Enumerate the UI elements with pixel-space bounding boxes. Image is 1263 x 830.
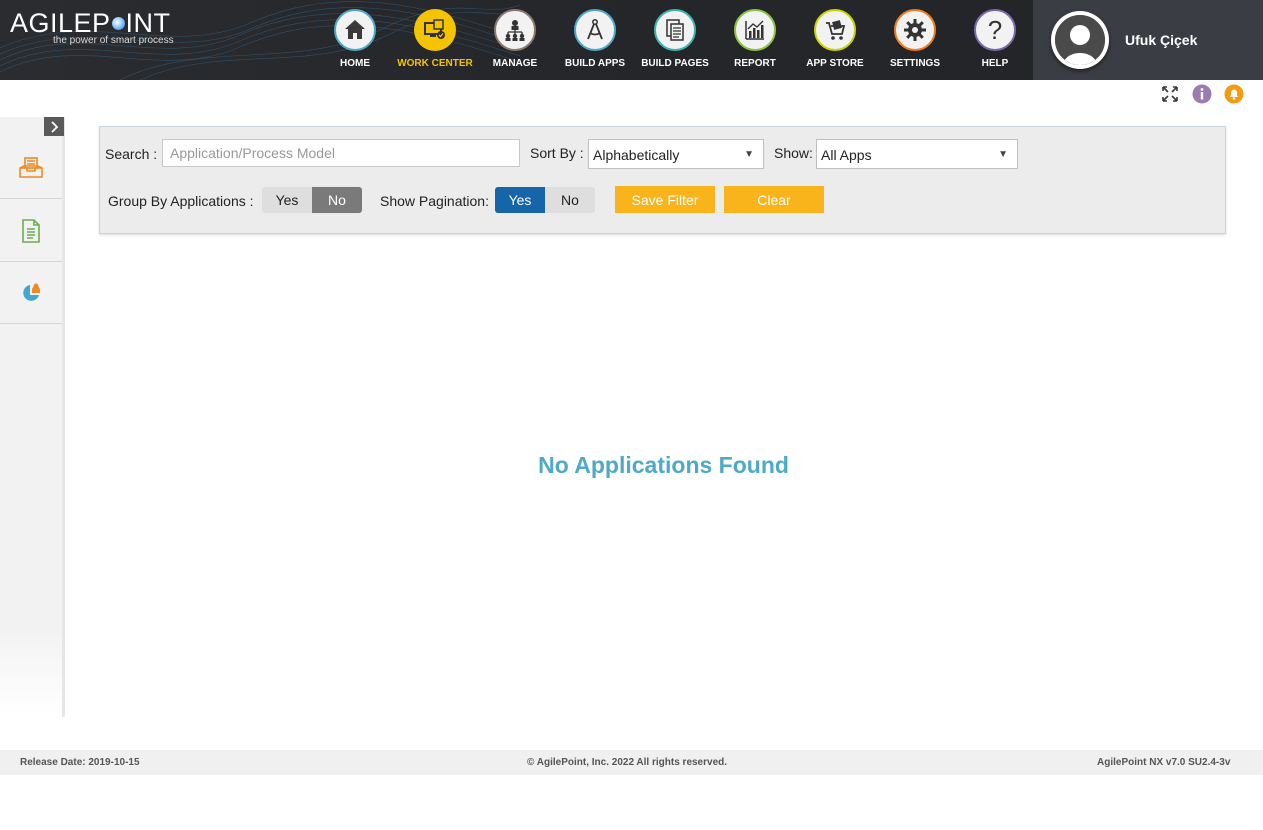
work-center-icon [414,9,456,51]
sidebar-item-reports[interactable] [0,262,62,324]
agilepoint-logo[interactable]: AGILEP INT the power of smart process [10,8,174,46]
user-panel[interactable]: Ufuk Çiçek [1033,0,1263,80]
sort-by-select[interactable]: Alphabetically ▼ [588,139,764,169]
logo-text: AGILEP INT [10,8,171,38]
nav-help[interactable]: ? HELP [955,0,1035,80]
nav-app-store[interactable]: APP STORE [795,0,875,80]
nav-build-pages-label: BUILD PAGES [641,58,709,69]
nav-settings[interactable]: SETTINGS [875,0,955,80]
empty-state-message: No Applications Found [538,452,789,478]
version-info: AgilePoint NX v7.0 SU2.4-3v [1097,757,1231,768]
document-icon [22,218,40,243]
home-icon [334,9,376,51]
pagination-label: Show Pagination: [380,193,489,209]
nav-manage-label: MANAGE [492,58,538,69]
fullscreen-icon[interactable] [1160,84,1180,104]
nav-app-store-label: APP STORE [806,58,864,69]
manage-icon [494,9,536,51]
nav-work-center[interactable]: WORK CENTER [395,0,475,80]
search-input[interactable] [162,139,520,167]
release-date: Release Date: 2019-10-15 [20,757,140,768]
group-by-toggle: Yes No [262,187,362,213]
help-icon: ? [974,9,1016,51]
nav-home-label: HOME [340,58,370,69]
sort-by-value: Alphabetically [593,147,680,163]
info-icon[interactable] [1192,84,1212,104]
user-silhouette-icon [1055,15,1105,65]
pagination-no-option[interactable]: No [545,187,595,213]
show-value: All Apps [821,147,872,163]
filter-panel: Search : Sort By : Alphabetically ▼ Show… [99,126,1226,234]
save-filter-button[interactable]: Save Filter [615,186,715,213]
sort-by-label: Sort By : [530,145,584,161]
build-pages-icon [654,9,696,51]
chevron-down-icon: ▼ [998,149,1008,160]
sidebar-item-inbox[interactable] [0,137,62,199]
copyright: © AgilePoint, Inc. 2022 All rights reser… [527,757,728,768]
avatar[interactable] [1051,11,1109,69]
group-by-label: Group By Applications : [108,193,254,209]
show-label: Show: [774,145,813,161]
main-nav: HOME WORK CENTER MANAGE BUILD APPS BUILD… [315,0,1035,80]
sidebar-item-tasks[interactable] [0,200,62,262]
left-sidebar [0,117,65,717]
top-navigation-bar: AGILEP INT the power of smart process HOM… [0,0,1263,80]
report-icon [734,9,776,51]
pagination-yes-option[interactable]: Yes [495,187,545,213]
nav-build-apps-label: BUILD APPS [564,58,626,69]
clear-button[interactable]: Clear [724,186,824,213]
sidebar-expand-button[interactable] [44,117,64,136]
nav-build-apps[interactable]: BUILD APPS [555,0,635,80]
app-store-icon [814,9,856,51]
chevron-right-icon [51,120,59,133]
nav-home[interactable]: HOME [315,0,395,80]
nav-build-pages[interactable]: BUILD PAGES [635,0,715,80]
nav-help-label: HELP [981,58,1009,69]
group-by-yes-option[interactable]: Yes [262,187,312,213]
user-name: Ufuk Çiçek [1125,32,1198,48]
group-by-no-option[interactable]: No [312,187,362,213]
notification-icon[interactable] [1224,84,1244,104]
pagination-toggle: Yes No [495,187,595,213]
logo-globe-icon [111,17,125,30]
settings-icon [894,9,936,51]
build-apps-icon [574,9,616,51]
nav-settings-label: SETTINGS [889,58,940,69]
show-select[interactable]: All Apps ▼ [816,139,1018,169]
footer: Release Date: 2019-10-15 © AgilePoint, I… [0,750,1263,775]
chevron-down-icon: ▼ [744,149,754,160]
search-label: Search : [105,146,158,162]
nav-manage[interactable]: MANAGE [475,0,555,80]
nav-work-center-label: WORK CENTER [397,58,473,69]
inbox-icon [19,156,43,178]
nav-report[interactable]: REPORT [715,0,795,80]
pie-chart-icon [23,283,40,301]
logo-tagline: the power of smart process [53,35,174,46]
nav-report-label: REPORT [734,58,776,69]
